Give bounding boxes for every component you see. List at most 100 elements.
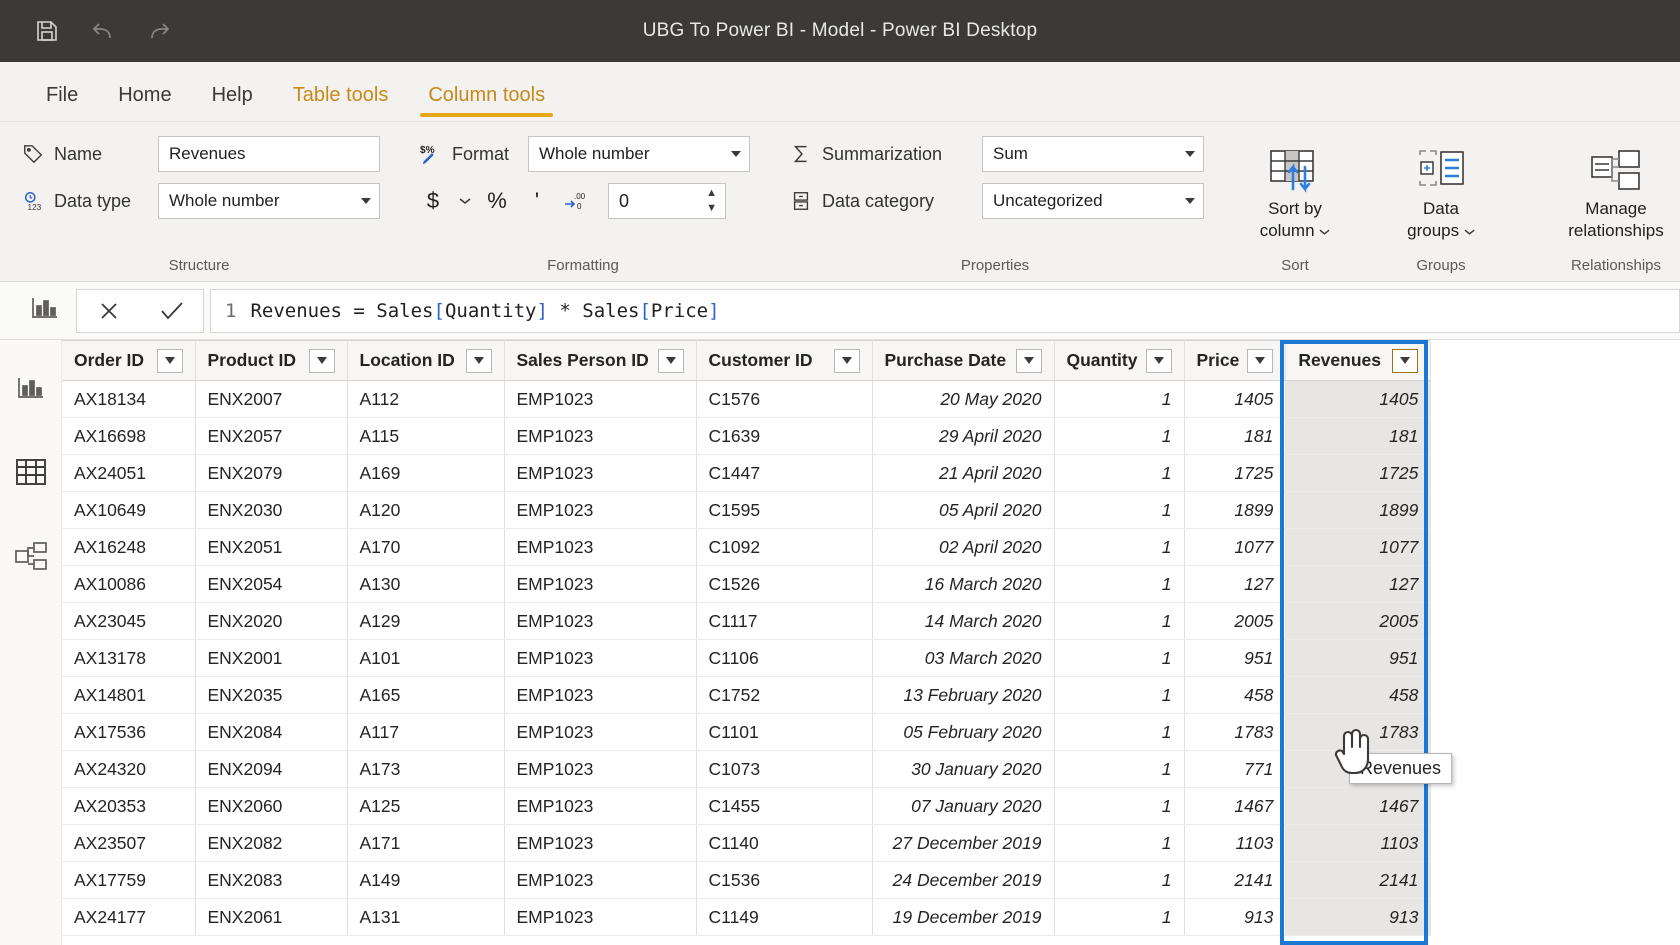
cell-person_id[interactable]: EMP1023 bbox=[504, 454, 697, 492]
cell-product_id[interactable]: ENX2030 bbox=[195, 491, 348, 529]
cell-customer_id[interactable]: C1639 bbox=[696, 417, 873, 455]
tab-file[interactable]: File bbox=[26, 84, 98, 121]
cell-location_id[interactable]: A130 bbox=[347, 565, 505, 603]
cell-person_id[interactable]: EMP1023 bbox=[504, 380, 697, 418]
cell-revenues[interactable]: 1467 bbox=[1285, 787, 1432, 825]
cell-date[interactable]: 07 January 2020 bbox=[872, 787, 1055, 825]
cell-customer_id[interactable]: C1106 bbox=[696, 639, 873, 677]
cell-product_id[interactable]: ENX2054 bbox=[195, 565, 348, 603]
cell-customer_id[interactable]: C1595 bbox=[696, 491, 873, 529]
cell-product_id[interactable]: ENX2079 bbox=[195, 454, 348, 492]
cell-revenues[interactable]: 1725 bbox=[1285, 454, 1432, 492]
cell-person_id[interactable]: EMP1023 bbox=[504, 713, 697, 751]
cell-location_id[interactable]: A101 bbox=[347, 639, 505, 677]
redo-icon[interactable] bbox=[144, 16, 174, 46]
sort-by-column-button[interactable]: Sort by column bbox=[1236, 136, 1354, 242]
cell-quantity[interactable]: 1 bbox=[1054, 380, 1185, 418]
cell-price[interactable]: 181 bbox=[1184, 417, 1287, 455]
cell-price[interactable]: 1405 bbox=[1184, 380, 1287, 418]
cell-quantity[interactable]: 1 bbox=[1054, 787, 1185, 825]
filter-dropdown-icon[interactable] bbox=[1145, 348, 1172, 373]
table-row[interactable]: AX14801 ENX2035 A165 EMP1023 C1752 13 Februar… bbox=[62, 676, 1432, 714]
cell-order_id[interactable]: AX13178 bbox=[62, 639, 196, 677]
cell-date[interactable]: 29 April 2020 bbox=[872, 417, 1055, 455]
cell-location_id[interactable]: A169 bbox=[347, 454, 505, 492]
cell-quantity[interactable]: 1 bbox=[1054, 713, 1185, 751]
summarization-select[interactable]: Sum bbox=[982, 136, 1204, 172]
column-header-price[interactable]: Price bbox=[1184, 340, 1287, 381]
cell-order_id[interactable]: AX20353 bbox=[62, 787, 196, 825]
cell-date[interactable]: 02 April 2020 bbox=[872, 528, 1055, 566]
cell-person_id[interactable]: EMP1023 bbox=[504, 417, 697, 455]
cell-price[interactable]: 1783 bbox=[1184, 713, 1287, 751]
cell-order_id[interactable]: AX16248 bbox=[62, 528, 196, 566]
cell-quantity[interactable]: 1 bbox=[1054, 824, 1185, 862]
cell-location_id[interactable]: A173 bbox=[347, 750, 505, 788]
cell-person_id[interactable]: EMP1023 bbox=[504, 861, 697, 899]
cell-product_id[interactable]: ENX2060 bbox=[195, 787, 348, 825]
cell-order_id[interactable]: AX10649 bbox=[62, 491, 196, 529]
commit-icon[interactable] bbox=[150, 290, 194, 332]
cell-customer_id[interactable]: C1455 bbox=[696, 787, 873, 825]
cell-customer_id[interactable]: C1447 bbox=[696, 454, 873, 492]
save-icon[interactable] bbox=[32, 16, 62, 46]
cell-customer_id[interactable]: C1149 bbox=[696, 898, 873, 936]
cell-customer_id[interactable]: C1092 bbox=[696, 528, 873, 566]
cell-revenues[interactable]: 1899 bbox=[1285, 491, 1432, 529]
cell-order_id[interactable]: AX17536 bbox=[62, 713, 196, 751]
cell-product_id[interactable]: ENX2001 bbox=[195, 639, 348, 677]
cell-order_id[interactable]: AX24177 bbox=[62, 898, 196, 936]
cell-revenues[interactable]: 2005 bbox=[1285, 602, 1432, 640]
cell-revenues[interactable]: 913 bbox=[1285, 898, 1432, 936]
cell-customer_id[interactable]: C1073 bbox=[696, 750, 873, 788]
cell-date[interactable]: 16 March 2020 bbox=[872, 565, 1055, 603]
cell-price[interactable]: 1467 bbox=[1184, 787, 1287, 825]
cell-price[interactable]: 951 bbox=[1184, 639, 1287, 677]
cell-person_id[interactable]: EMP1023 bbox=[504, 491, 697, 529]
cell-location_id[interactable]: A112 bbox=[347, 380, 505, 418]
cell-location_id[interactable]: A117 bbox=[347, 713, 505, 751]
cell-quantity[interactable]: 1 bbox=[1054, 898, 1185, 936]
cell-customer_id[interactable]: C1576 bbox=[696, 380, 873, 418]
filter-dropdown-icon[interactable] bbox=[156, 348, 183, 373]
cell-quantity[interactable]: 1 bbox=[1054, 861, 1185, 899]
cell-order_id[interactable]: AX23045 bbox=[62, 602, 196, 640]
cell-date[interactable]: 14 March 2020 bbox=[872, 602, 1055, 640]
cell-revenues[interactable]: 458 bbox=[1285, 676, 1432, 714]
cell-person_id[interactable]: EMP1023 bbox=[504, 824, 697, 862]
table-row[interactable]: AX20353 ENX2060 A125 EMP1023 C1455 07 January… bbox=[62, 787, 1432, 825]
cell-customer_id[interactable]: C1536 bbox=[696, 861, 873, 899]
filter-dropdown-icon[interactable] bbox=[833, 348, 860, 373]
cell-order_id[interactable]: AX18134 bbox=[62, 380, 196, 418]
table-row[interactable]: AX24320 ENX2094 A173 EMP1023 C1073 30 January… bbox=[62, 750, 1432, 788]
cell-customer_id[interactable]: C1117 bbox=[696, 602, 873, 640]
cell-product_id[interactable]: ENX2035 bbox=[195, 676, 348, 714]
cell-revenues[interactable]: 127 bbox=[1285, 565, 1432, 603]
cell-location_id[interactable]: A115 bbox=[347, 417, 505, 455]
format-select[interactable]: Whole number bbox=[528, 136, 750, 172]
cell-order_id[interactable]: AX24051 bbox=[62, 454, 196, 492]
cell-product_id[interactable]: ENX2007 bbox=[195, 380, 348, 418]
cell-customer_id[interactable]: C1101 bbox=[696, 713, 873, 751]
cell-order_id[interactable]: AX10086 bbox=[62, 565, 196, 603]
cell-date[interactable]: 05 April 2020 bbox=[872, 491, 1055, 529]
cell-person_id[interactable]: EMP1023 bbox=[504, 528, 697, 566]
report-view-button[interactable] bbox=[9, 368, 53, 412]
datacategory-select[interactable]: Uncategorized bbox=[982, 183, 1204, 219]
cell-price[interactable]: 2141 bbox=[1184, 861, 1287, 899]
data-view-button[interactable] bbox=[9, 452, 53, 496]
cell-product_id[interactable]: ENX2061 bbox=[195, 898, 348, 936]
cell-person_id[interactable]: EMP1023 bbox=[504, 676, 697, 714]
tab-home[interactable]: Home bbox=[98, 84, 191, 121]
cell-price[interactable]: 1077 bbox=[1184, 528, 1287, 566]
table-row[interactable]: AX10649 ENX2030 A120 EMP1023 C1595 05 April 2… bbox=[62, 491, 1432, 529]
currency-format-button[interactable]: $ bbox=[416, 183, 450, 219]
cell-location_id[interactable]: A171 bbox=[347, 824, 505, 862]
tab-column-tools[interactable]: Column tools bbox=[408, 84, 565, 121]
cell-revenues[interactable]: 1783 bbox=[1285, 713, 1432, 751]
cell-location_id[interactable]: A129 bbox=[347, 602, 505, 640]
cell-revenues[interactable]: 181 bbox=[1285, 417, 1432, 455]
cell-location_id[interactable]: A120 bbox=[347, 491, 505, 529]
cell-person_id[interactable]: EMP1023 bbox=[504, 565, 697, 603]
cell-quantity[interactable]: 1 bbox=[1054, 417, 1185, 455]
